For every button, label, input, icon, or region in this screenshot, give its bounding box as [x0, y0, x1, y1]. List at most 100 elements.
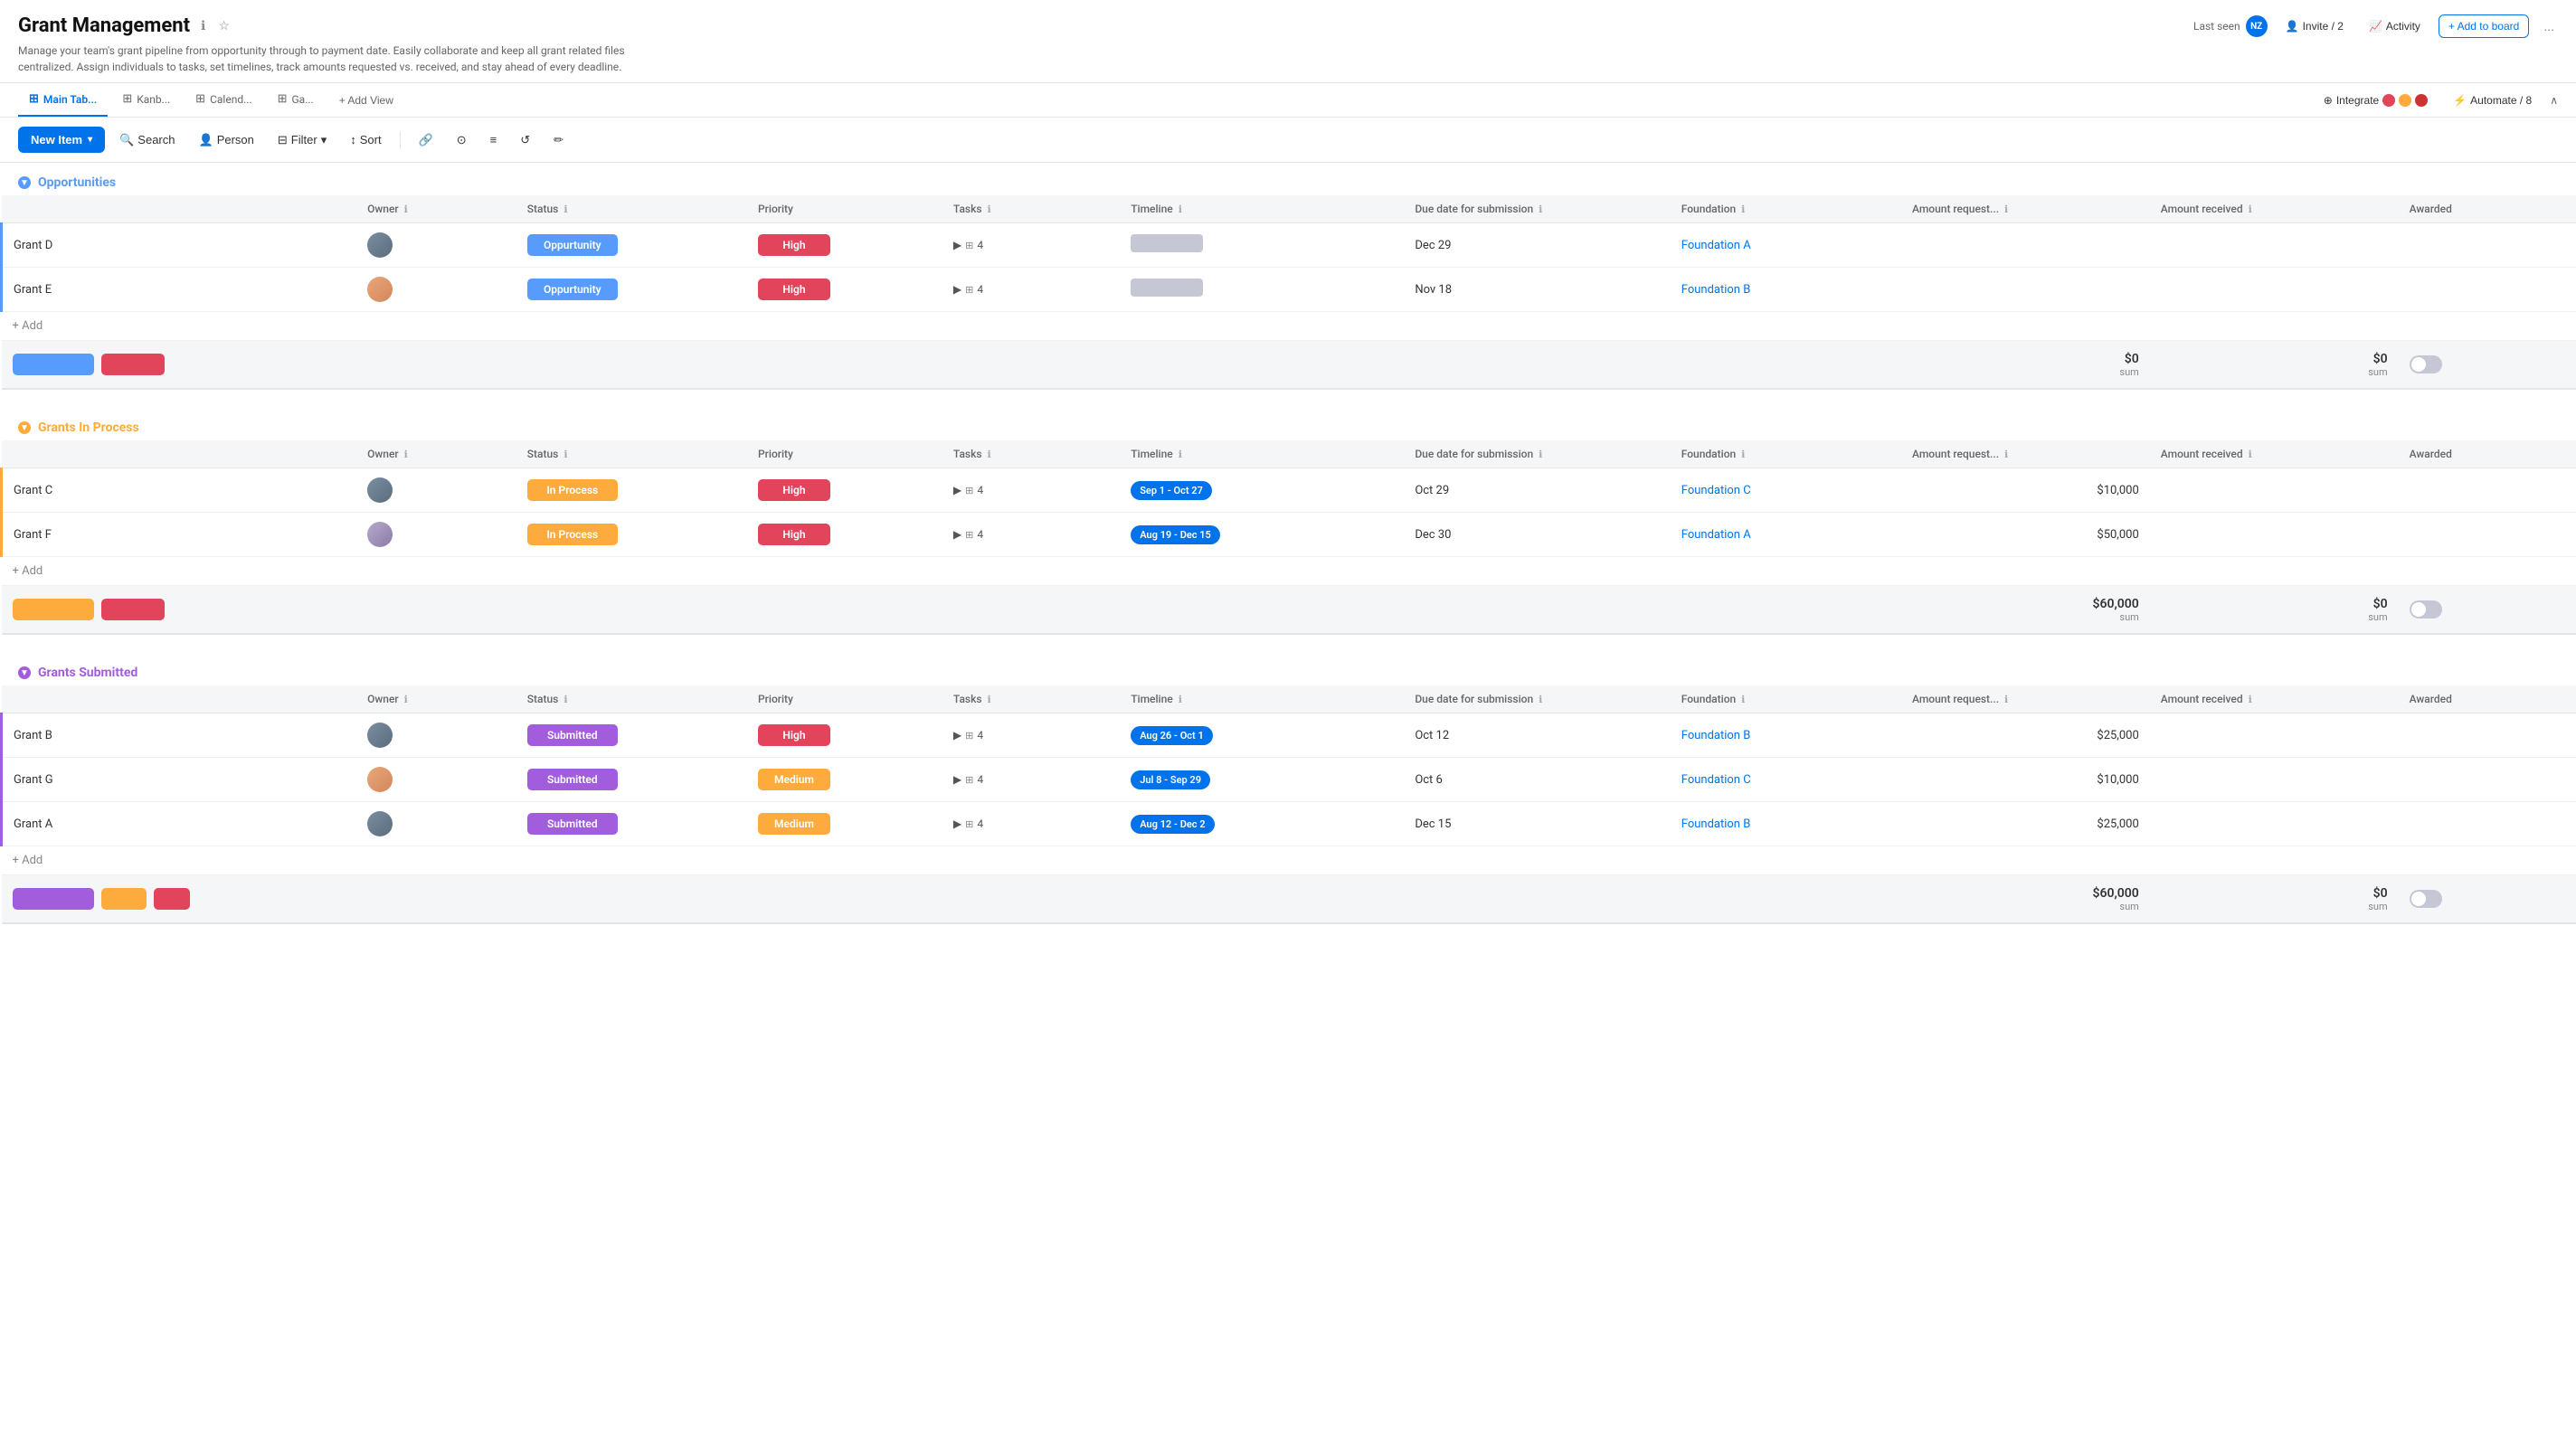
- filter-icon: ⊟: [278, 133, 288, 147]
- grant-e-status[interactable]: Oppurtunity: [516, 268, 747, 312]
- opportunities-table-wrap: Owner ℹ Status ℹ Priority Tasks ℹ Timeli…: [0, 195, 2576, 390]
- grant-e-amountreq: [1901, 268, 2150, 312]
- grant-e-foundation[interactable]: Foundation B: [1671, 268, 1901, 312]
- opportunities-header: ▼ Opportunities: [0, 163, 2576, 195]
- summary-pill-blue: [13, 354, 94, 375]
- grants-in-process-add-row[interactable]: + Add: [2, 557, 2576, 586]
- table-row: Grant F ⊕ In Process High: [2, 513, 2576, 557]
- last-seen: Last seen NZ: [2193, 15, 2268, 37]
- col-duedate-header-p: Due date for submission ℹ: [1404, 440, 1670, 468]
- grant-b-owner: [356, 713, 516, 758]
- grant-d-amountreq: [1901, 223, 2150, 268]
- tab-main[interactable]: ⊞ Main Tab...: [18, 83, 108, 117]
- grant-c-status[interactable]: In Process: [516, 468, 747, 513]
- grant-a-tasks: ▶⊞4: [942, 802, 1120, 846]
- activity-button[interactable]: 📈 Activity: [2362, 16, 2428, 36]
- grants-submitted-table-wrap: Owner ℹ Status ℹ Priority Tasks ℹ Timeli…: [0, 685, 2576, 924]
- col-status-header-s: Status ℹ: [516, 685, 747, 713]
- info-icon[interactable]: ℹ: [197, 16, 209, 35]
- grant-d-foundation[interactable]: Foundation A: [1671, 223, 1901, 268]
- grants-submitted-status-pills: [2, 875, 747, 924]
- grant-d-tasks: ▶⊞4: [942, 223, 1120, 268]
- opportunities-section: ▼ Opportunities Owner ℹ Status ℹ Priorit…: [0, 163, 2576, 390]
- grant-e-priority[interactable]: High: [747, 268, 942, 312]
- grant-f-amountreq: $50,000: [1901, 513, 2150, 557]
- grant-a-status[interactable]: Submitted: [516, 802, 747, 846]
- grants-in-process-section: ▼ Grants In Process Owner ℹ Status ℹ Pri…: [0, 408, 2576, 635]
- grants-in-process-toggle[interactable]: [2410, 600, 2442, 619]
- grant-b-status[interactable]: Submitted: [516, 713, 747, 758]
- grant-f-amountrec: [2150, 513, 2399, 557]
- grant-f-label[interactable]: Grant F: [14, 528, 52, 542]
- grant-d-priority[interactable]: High: [747, 223, 942, 268]
- grants-in-process-summary-row: $60,000 sum $0 sum: [2, 586, 2576, 635]
- automate-button[interactable]: ⚡ Automate / 8: [2446, 90, 2539, 110]
- opportunities-status-pills: [2, 341, 747, 390]
- grants-in-process-dot: ▼: [18, 421, 31, 434]
- section-sep-1: [0, 390, 2576, 408]
- toolbar: New Item ▾ 🔍 Search 👤 Person ⊟ Filter ▾ …: [0, 118, 2576, 163]
- user-avatar: NZ: [2246, 15, 2268, 37]
- grant-c-priority[interactable]: High: [747, 468, 942, 513]
- list-tool-button[interactable]: ≡: [481, 128, 507, 152]
- tab-calendar[interactable]: ⊞ Calend...: [185, 83, 262, 117]
- tabs-right-actions: ⊕ Integrate ⚡ Automate / 8 ∧: [2316, 90, 2558, 110]
- col-foundation-header-p: Foundation ℹ: [1671, 440, 1901, 468]
- col-name-header-p: [2, 440, 357, 468]
- grant-a-duedate: Dec 15: [1404, 802, 1670, 846]
- invite-button[interactable]: 👤 Invite / 2: [2278, 16, 2351, 36]
- grant-g-foundation[interactable]: Foundation C: [1671, 758, 1901, 802]
- grant-g-priority[interactable]: Medium: [747, 758, 942, 802]
- add-view-button[interactable]: + Add View: [328, 87, 404, 114]
- grants-in-process-add-label[interactable]: + Add: [2, 557, 516, 586]
- opportunities-toggle[interactable]: [2410, 355, 2442, 373]
- grant-e-label[interactable]: Grant E: [14, 283, 52, 297]
- grant-a-label[interactable]: Grant A: [14, 817, 52, 831]
- grant-f-foundation[interactable]: Foundation A: [1671, 513, 1901, 557]
- grant-a-foundation[interactable]: Foundation B: [1671, 802, 1901, 846]
- grant-b-avatar: [367, 723, 393, 748]
- grant-e-tasks: ▶⊞4: [942, 268, 1120, 312]
- grants-submitted-add-label[interactable]: + Add: [2, 846, 516, 875]
- tab-kanban[interactable]: ⊞ Kanb...: [111, 83, 181, 117]
- tab-gantt[interactable]: ⊞ Ga...: [267, 83, 325, 117]
- tab-calendar-icon: ⊞: [195, 92, 205, 106]
- grant-a-priority[interactable]: Medium: [747, 802, 942, 846]
- grant-b-label[interactable]: Grant B: [14, 729, 52, 742]
- grant-e-owner: [356, 268, 516, 312]
- edit-tool-button[interactable]: ✏: [545, 128, 573, 153]
- summary-pill-red-s: [154, 888, 190, 910]
- col-timeline-header-p: Timeline ℹ: [1120, 440, 1404, 468]
- opportunities-add-label[interactable]: + Add: [2, 312, 516, 341]
- search-button[interactable]: 🔍 Search: [110, 128, 184, 153]
- grant-d-status[interactable]: Oppurtunity: [516, 223, 747, 268]
- grant-f-priority[interactable]: High: [747, 513, 942, 557]
- sort-button[interactable]: ↕ Sort: [341, 128, 390, 152]
- grant-d-label[interactable]: Grant D: [14, 239, 52, 252]
- grants-submitted-add-row[interactable]: + Add: [2, 846, 2576, 875]
- top-header: Last seen NZ 👤 Invite / 2 📈 Activity + A…: [0, 0, 2576, 83]
- refresh-tool-button[interactable]: ↺: [511, 128, 539, 153]
- col-tasks-header-p: Tasks ℹ: [942, 440, 1120, 468]
- link-tool-button[interactable]: 🔗: [410, 128, 442, 153]
- collapse-button[interactable]: ∧: [2550, 94, 2558, 107]
- new-item-button[interactable]: New Item ▾: [18, 127, 105, 153]
- grant-g-label[interactable]: Grant G: [14, 773, 53, 787]
- grant-c-label[interactable]: Grant C: [14, 484, 52, 497]
- add-to-board-button[interactable]: + Add to board: [2439, 14, 2529, 38]
- more-options-button[interactable]: ...: [2540, 17, 2558, 35]
- grant-b-priority[interactable]: High: [747, 713, 942, 758]
- opportunities-add-row[interactable]: + Add: [2, 312, 2576, 341]
- star-icon[interactable]: ☆: [214, 16, 233, 35]
- grants-submitted-toggle[interactable]: [2410, 890, 2442, 908]
- grant-c-foundation[interactable]: Foundation C: [1671, 468, 1901, 513]
- person-button[interactable]: 👤 Person: [190, 128, 263, 153]
- opportunities-sum-awarded: [2399, 341, 2576, 390]
- subtitle: Manage your team's grant pipeline from o…: [18, 43, 633, 75]
- filter-button[interactable]: ⊟ Filter ▾: [269, 128, 336, 153]
- grant-f-status[interactable]: In Process: [516, 513, 747, 557]
- integrate-button[interactable]: ⊕ Integrate: [2316, 90, 2435, 110]
- grant-b-foundation[interactable]: Foundation B: [1671, 713, 1901, 758]
- circle-tool-button[interactable]: ⊙: [448, 128, 476, 153]
- grant-g-status[interactable]: Submitted: [516, 758, 747, 802]
